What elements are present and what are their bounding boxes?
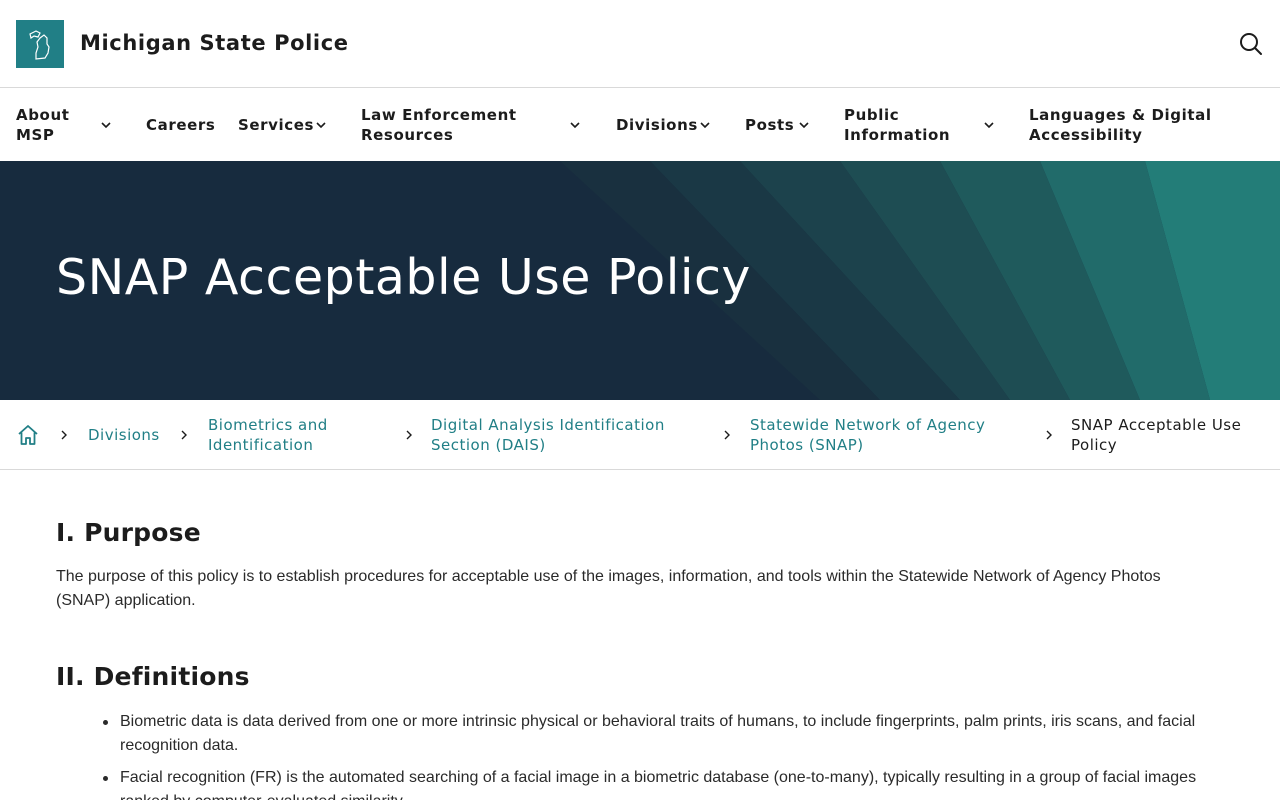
nav-label: Posts (745, 116, 795, 134)
nav-label: Law Enforcement Resources (361, 106, 517, 144)
chevron-down-icon (101, 122, 111, 129)
list-item: Facial recognition (FR) is the automated… (56, 766, 1226, 800)
nav-item-careers[interactable]: Careers (146, 89, 216, 161)
site-title[interactable]: Michigan State Police (80, 31, 349, 55)
nav-item-public-information[interactable]: Public Information (844, 89, 1004, 161)
nav-item-divisions[interactable]: Divisions (616, 89, 722, 161)
breadcrumb-current: SNAP Acceptable Use Policy (1071, 416, 1242, 454)
nav-label: About MSP (16, 106, 70, 144)
breadcrumb: Divisions Biometrics and Identification … (0, 400, 1280, 470)
nav-label: Divisions (616, 116, 698, 134)
chevron-right-icon (724, 430, 730, 440)
list-item: Biometric data is data derived from one … (56, 710, 1226, 758)
michigan-map-icon[interactable] (16, 20, 64, 68)
definitions-heading: II. Definitions (56, 662, 250, 691)
purpose-heading: I. Purpose (56, 518, 201, 547)
page-title: SNAP Acceptable Use Policy (56, 249, 751, 306)
nav-item-services[interactable]: Services (238, 89, 338, 161)
purpose-text: The purpose of this policy is to establi… (56, 568, 1161, 609)
definitions-list: Biometric data is data derived from one … (56, 710, 1226, 800)
nav-item-about-msp[interactable]: About MSP (16, 89, 128, 161)
chevron-right-icon (1046, 430, 1052, 440)
chevron-down-icon (700, 122, 710, 129)
main-nav: About MSP Careers Services Law Enforceme… (0, 89, 1280, 161)
nav-label: Services (238, 116, 315, 134)
nav-item-languages-digital-accessibility[interactable]: Languages & Digital Accessibility (1029, 89, 1264, 161)
chevron-right-icon (406, 430, 412, 440)
chevron-down-icon (799, 122, 809, 129)
hero-banner: SNAP Acceptable Use Policy (0, 161, 1280, 400)
nav-item-posts[interactable]: Posts (745, 89, 821, 161)
search-icon[interactable] (1236, 30, 1266, 60)
chevron-right-icon (181, 430, 187, 440)
breadcrumb-link-snap[interactable]: Statewide Network of Agency Photos (SNAP… (750, 415, 1010, 455)
nav-label: Public Information (844, 106, 951, 144)
chevron-right-icon (61, 430, 67, 440)
breadcrumb-link-dais[interactable]: Digital Analysis Identification Section … (431, 415, 691, 455)
chevron-down-icon (984, 122, 994, 129)
breadcrumb-link-biometrics[interactable]: Biometrics and Identification (208, 415, 388, 455)
chevron-down-icon (570, 122, 580, 129)
nav-label: Careers (146, 116, 216, 134)
home-icon[interactable] (16, 423, 40, 447)
nav-item-law-enforcement-resources[interactable]: Law Enforcement Resources (361, 89, 591, 161)
site-header: Michigan State Police (0, 0, 1280, 88)
breadcrumb-link-divisions[interactable]: Divisions (88, 425, 160, 445)
chevron-down-icon (316, 122, 326, 129)
nav-label: Languages & Digital Accessibility (1029, 106, 1212, 144)
